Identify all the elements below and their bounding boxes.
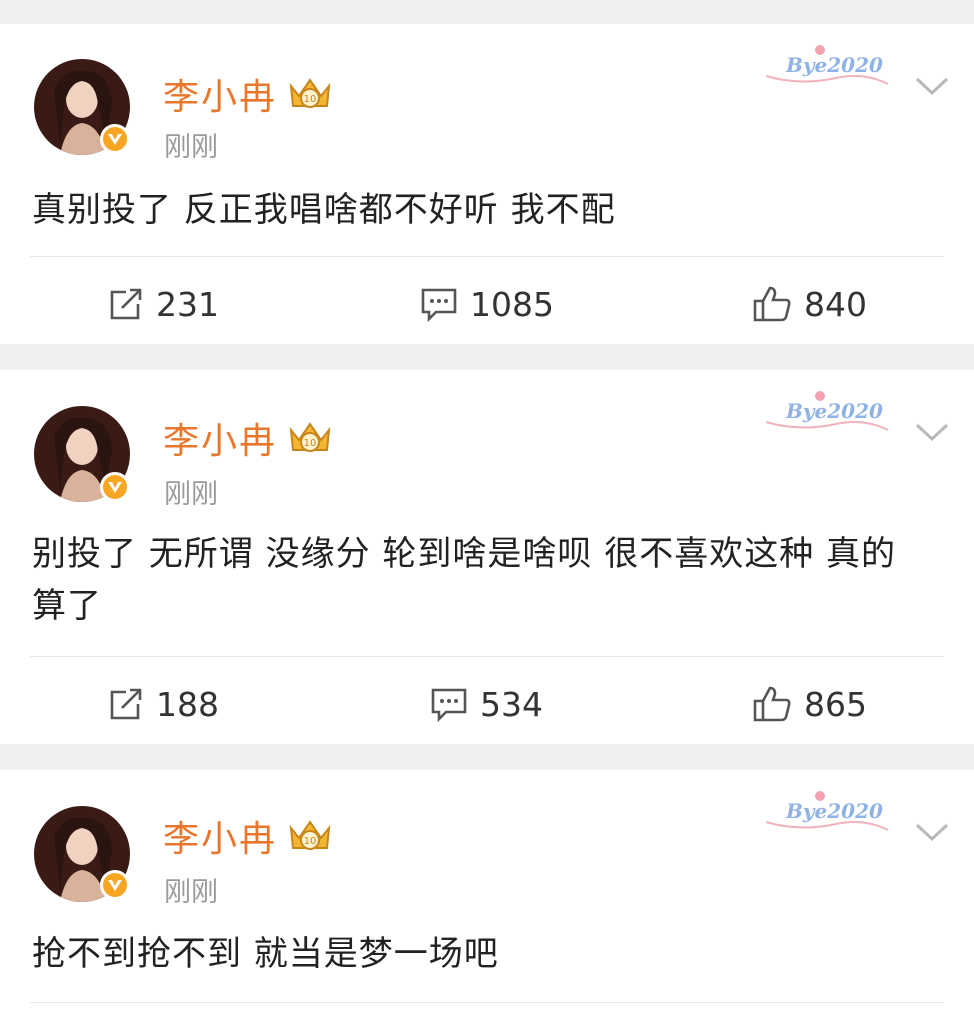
repost-icon <box>110 688 142 720</box>
divider <box>30 656 944 657</box>
post-time: 刚刚 <box>164 132 218 163</box>
divider <box>30 1002 944 1003</box>
theme-badge-icon: Bye2020 <box>765 45 889 85</box>
post-time: 刚刚 <box>164 877 218 908</box>
author-name[interactable]: 李小冉 <box>163 412 277 464</box>
svg-text:10: 10 <box>304 438 317 449</box>
comment-button[interactable]: 1085 <box>420 274 554 334</box>
chevron-down-icon[interactable] <box>914 820 950 844</box>
verified-badge-icon <box>100 870 130 900</box>
author-row: 李小冉 10 <box>163 810 333 862</box>
divider <box>30 256 944 257</box>
svg-text:Bye2020: Bye2020 <box>785 799 883 823</box>
vip-crown-icon: 10 <box>289 820 331 850</box>
comment-count: 534 <box>480 684 543 724</box>
author-name[interactable]: 李小冉 <box>163 810 277 862</box>
chevron-down-icon[interactable] <box>914 420 950 444</box>
repost-count: 188 <box>156 684 219 724</box>
post-card[interactable]: 李小冉 10 刚刚 Bye2020 抢不到抢不到 就当是梦一场吧 <box>0 770 974 1016</box>
post-text: 别投了 无所谓 没缘分 轮到啥是啥呗 很不喜欢这种 真的 算了 <box>32 534 897 626</box>
vip-crown-icon: 10 <box>289 78 331 108</box>
svg-text:10: 10 <box>304 94 317 105</box>
repost-button[interactable]: 231 <box>108 274 219 334</box>
comment-count: 1085 <box>470 284 554 324</box>
comment-icon <box>431 688 467 722</box>
post-text: 真别投了 反正我唱啥都不好听 我不配 <box>32 190 616 230</box>
author-row: 李小冉 10 <box>163 412 333 464</box>
like-icon <box>753 686 791 722</box>
like-icon <box>753 286 791 322</box>
comment-button[interactable]: 534 <box>430 674 543 734</box>
weibo-feed: 李小冉 10 刚刚 Bye2020 真别投了 反正我唱啥都不好听 我不配 231… <box>0 0 974 1016</box>
verified-badge-icon <box>100 124 130 154</box>
post-time: 刚刚 <box>164 479 218 510</box>
author-name[interactable]: 李小冉 <box>163 68 277 120</box>
chevron-down-icon[interactable] <box>914 74 950 98</box>
repost-button[interactable]: 188 <box>108 674 219 734</box>
comment-icon <box>421 288 457 322</box>
repost-count: 231 <box>156 284 219 324</box>
theme-badge-icon: Bye2020 <box>765 791 889 831</box>
like-count: 840 <box>804 284 867 324</box>
theme-badge-icon: Bye2020 <box>765 391 889 431</box>
vip-crown-icon: 10 <box>289 422 331 452</box>
svg-text:10: 10 <box>304 836 317 847</box>
action-bar: 188 534 865 <box>0 674 974 734</box>
verified-badge-icon <box>100 472 130 502</box>
post-card[interactable]: 李小冉 10 刚刚 Bye2020 真别投了 反正我唱啥都不好听 我不配 231… <box>0 24 974 344</box>
post-card[interactable]: 李小冉 10 刚刚 Bye2020 别投了 无所谓 没缘分 轮到啥是啥呗 很不喜… <box>0 370 974 744</box>
like-button[interactable]: 865 <box>752 674 867 734</box>
author-row: 李小冉 10 <box>163 68 333 120</box>
like-count: 865 <box>804 684 867 724</box>
repost-icon <box>110 288 142 320</box>
svg-text:Bye2020: Bye2020 <box>785 399 883 423</box>
svg-text:Bye2020: Bye2020 <box>785 53 883 77</box>
action-bar: 231 1085 840 <box>0 274 974 334</box>
like-button[interactable]: 840 <box>752 274 867 334</box>
post-text: 抢不到抢不到 就当是梦一场吧 <box>32 934 499 974</box>
